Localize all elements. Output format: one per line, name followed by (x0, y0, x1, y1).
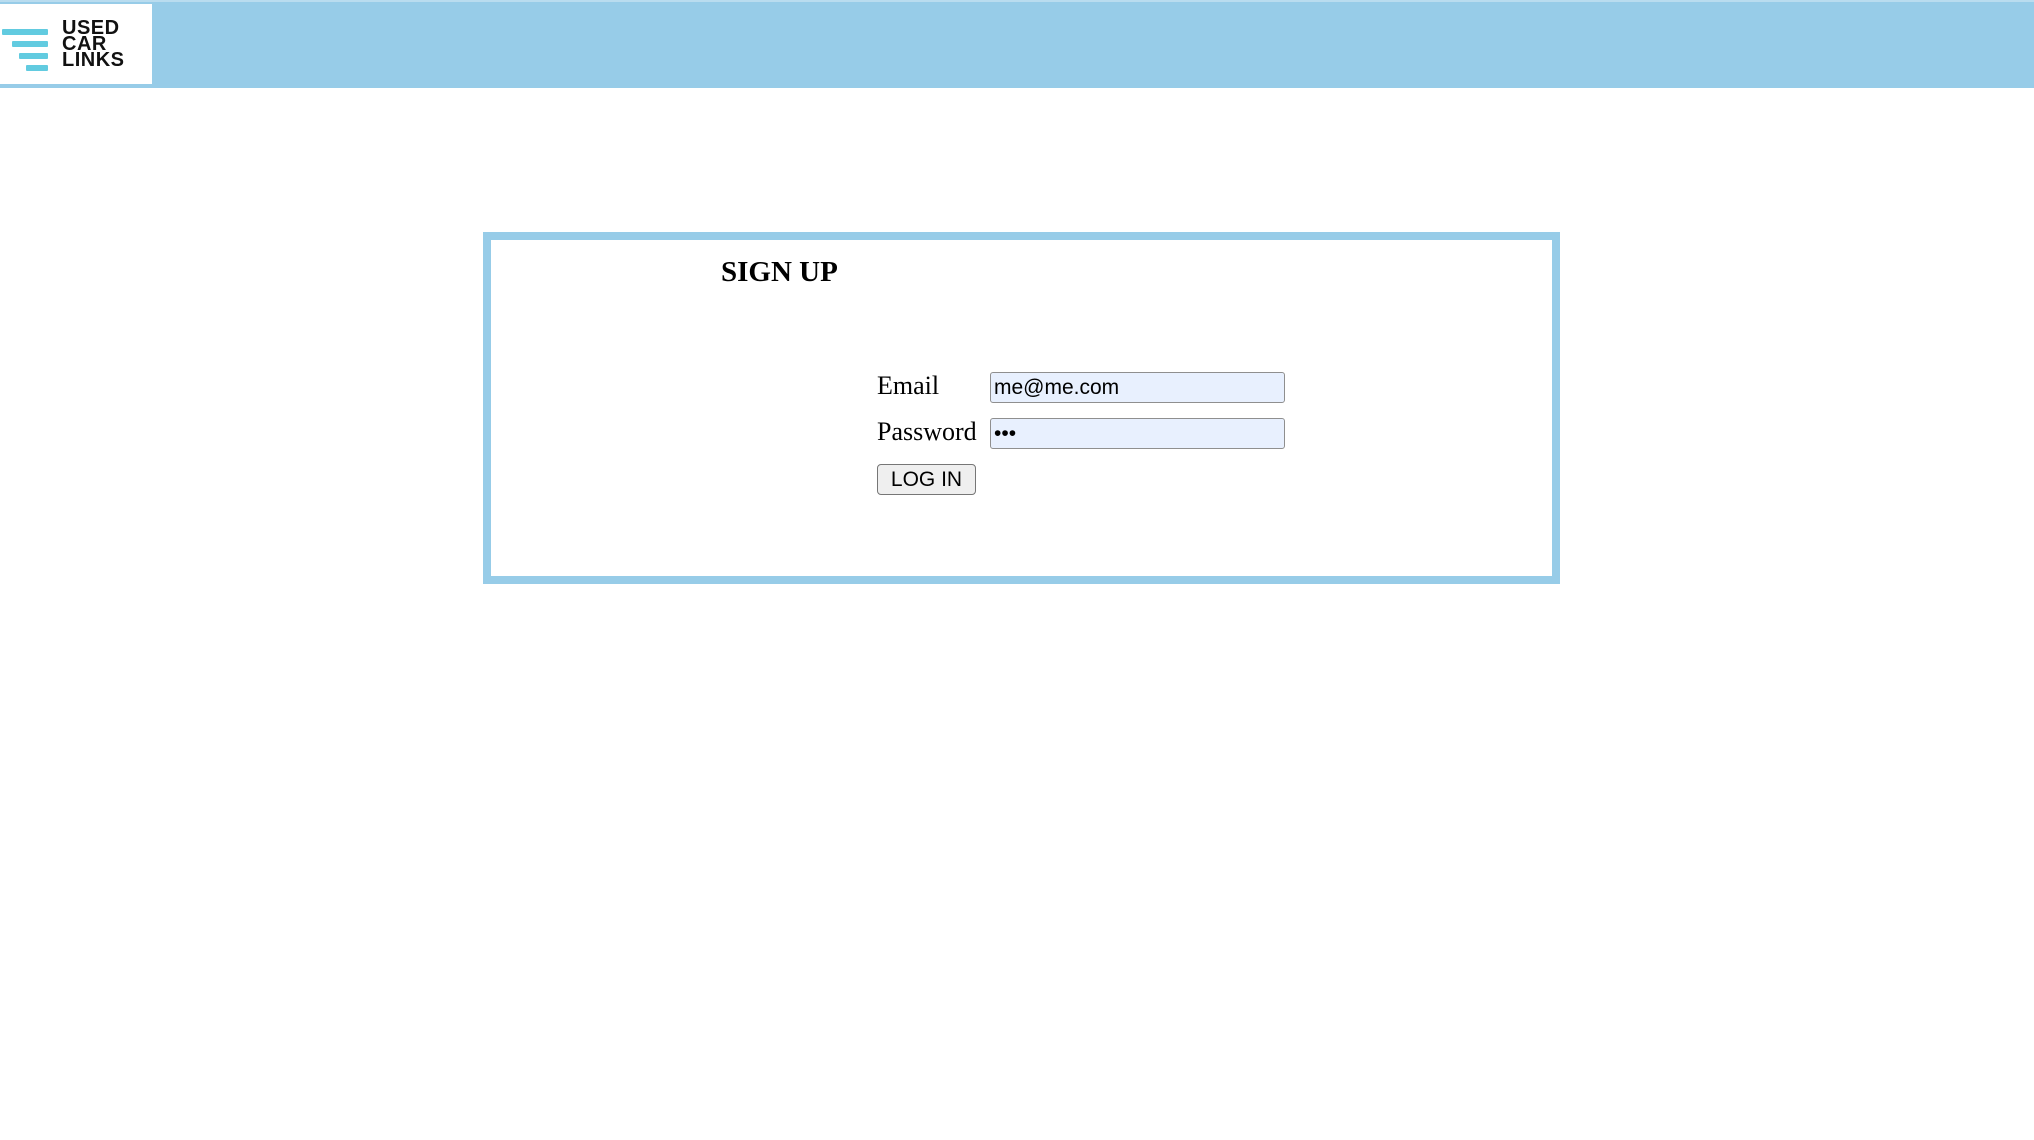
email-field[interactable] (990, 372, 1285, 403)
signup-form-box (483, 232, 1560, 584)
log-in-button[interactable]: LOG IN (877, 464, 976, 495)
site-logo[interactable]: USED CAR LINKS (0, 4, 152, 84)
form-title: SIGN UP (721, 256, 838, 288)
logo-text: USED CAR LINKS (62, 18, 150, 71)
logo-text-links: LINKS (62, 49, 125, 71)
password-field[interactable] (990, 418, 1285, 449)
email-label: Email (877, 371, 940, 400)
stacked-lines-logo-icon (2, 29, 50, 73)
password-label: Password (877, 417, 977, 446)
site-header: USED CAR LINKS (0, 0, 2034, 88)
